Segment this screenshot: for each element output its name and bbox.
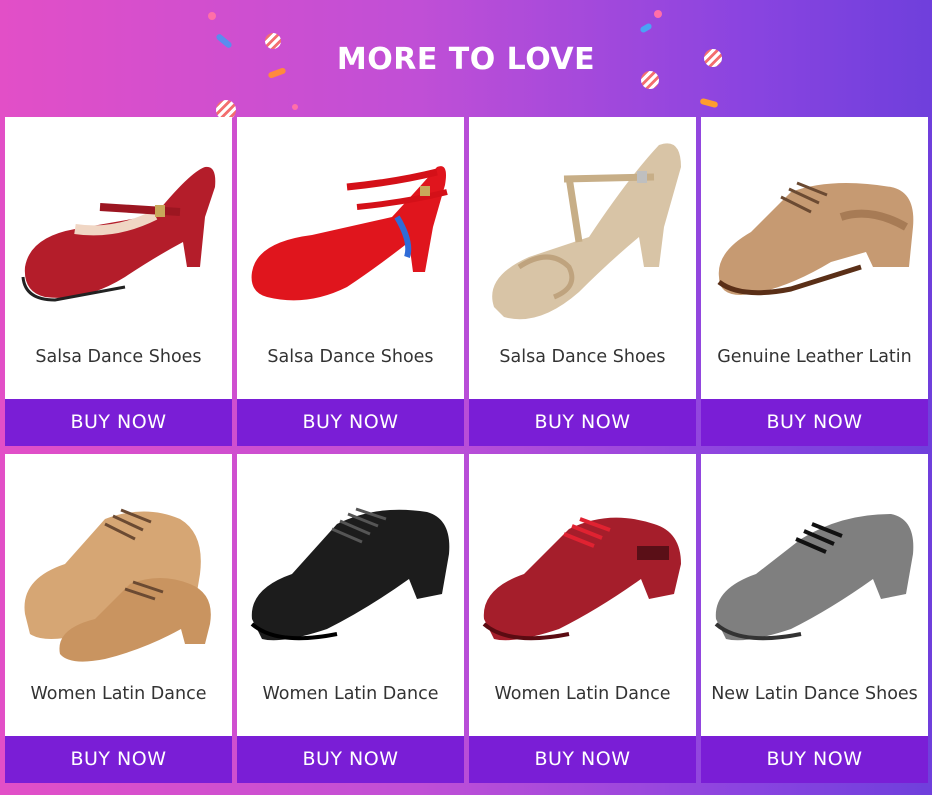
product-grid: Salsa Dance Shoes BUY NOW Salsa Dance Sh… (5, 117, 928, 785)
buy-now-button[interactable]: BUY NOW (701, 399, 928, 446)
product-image[interactable] (5, 454, 232, 664)
product-image[interactable] (5, 117, 232, 327)
gold-t-strap-heel-icon (492, 143, 681, 320)
product-name[interactable]: Salsa Dance Shoes (5, 347, 232, 367)
product-name[interactable]: Women Latin Dance (469, 684, 696, 704)
grey-lace-up-shoe-icon (714, 514, 914, 641)
beige-lace-up-shoes-icon (24, 508, 211, 662)
product-card[interactable]: Genuine Leather Latin BUY NOW (701, 117, 928, 446)
black-lace-up-shoe-icon (250, 507, 450, 641)
confetti-streamer-icon (654, 10, 662, 18)
product-image[interactable] (237, 117, 464, 327)
product-image[interactable] (701, 454, 928, 664)
confetti-ball-icon (641, 71, 659, 89)
footer-strip (0, 785, 932, 795)
product-image[interactable] (469, 454, 696, 664)
confetti-ball-icon (704, 49, 722, 67)
product-image[interactable] (237, 454, 464, 664)
product-name[interactable]: Salsa Dance Shoes (469, 347, 696, 367)
confetti-ball-icon (265, 33, 281, 49)
product-card[interactable]: Salsa Dance Shoes BUY NOW (5, 117, 232, 446)
product-card[interactable]: Women Latin Dance BUY NOW (469, 454, 696, 783)
tan-mesh-shoe-icon (717, 181, 914, 296)
product-card[interactable]: Women Latin Dance BUY NOW (5, 454, 232, 783)
product-name[interactable]: Salsa Dance Shoes (237, 347, 464, 367)
product-card[interactable]: New Latin Dance Shoes BUY NOW (701, 454, 928, 783)
product-image[interactable] (701, 117, 928, 327)
product-image[interactable] (469, 117, 696, 327)
confetti-streamer-icon (292, 104, 298, 110)
product-card[interactable]: Salsa Dance Shoes BUY NOW (469, 117, 696, 446)
buy-now-button[interactable]: BUY NOW (5, 736, 232, 783)
buy-now-button[interactable]: BUY NOW (5, 399, 232, 446)
header-banner: MORE TO LOVE (0, 0, 932, 120)
product-card[interactable]: Women Latin Dance BUY NOW (237, 454, 464, 783)
buy-now-button[interactable]: BUY NOW (237, 736, 464, 783)
page-title: MORE TO LOVE (336, 42, 596, 77)
buy-now-button[interactable]: BUY NOW (701, 736, 928, 783)
buy-now-button[interactable]: BUY NOW (237, 399, 464, 446)
confetti-streamer-icon (639, 22, 653, 34)
buy-now-button[interactable]: BUY NOW (469, 399, 696, 446)
product-card[interactable]: Salsa Dance Shoes BUY NOW (237, 117, 464, 446)
red-lace-up-shoe-icon (482, 517, 681, 641)
product-name[interactable]: New Latin Dance Shoes (701, 684, 928, 704)
product-name[interactable]: Women Latin Dance (5, 684, 232, 704)
buy-now-button[interactable]: BUY NOW (469, 736, 696, 783)
product-name[interactable]: Women Latin Dance (237, 684, 464, 704)
product-name[interactable]: Genuine Leather Latin (701, 347, 928, 367)
red-heel-shoe-icon (21, 166, 216, 302)
red-strap-heel-icon (251, 166, 448, 301)
confetti-streamer-icon (699, 97, 719, 109)
confetti-streamer-icon (208, 12, 216, 20)
